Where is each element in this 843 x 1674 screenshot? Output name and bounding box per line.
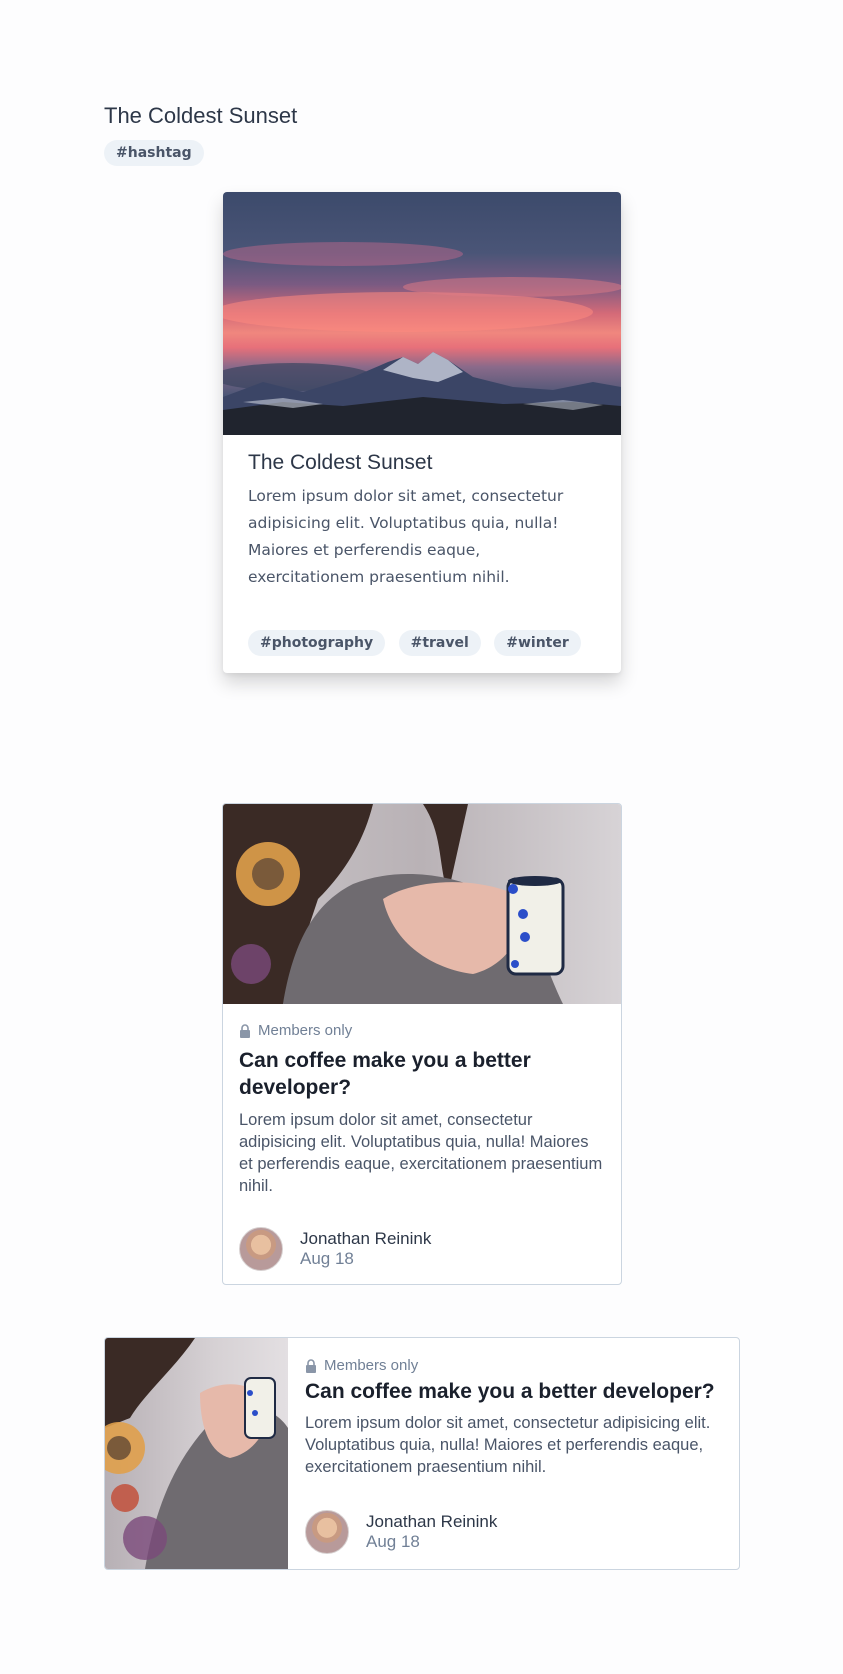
- sunset-card[interactable]: The Coldest Sunset Lorem ipsum dolor sit…: [223, 192, 621, 673]
- sunset-image: [223, 192, 621, 435]
- author-name: Jonathan Reinink: [300, 1229, 432, 1248]
- hashtag-pill[interactable]: #hashtag: [104, 140, 204, 166]
- coffee-image: [223, 804, 621, 1004]
- lock-icon: [306, 1358, 316, 1373]
- lock-icon: [240, 1023, 250, 1038]
- card-text: Lorem ipsum dolor sit amet, consectetur …: [239, 1111, 603, 1195]
- members-only-label: Members only: [258, 1022, 353, 1039]
- avatar: [305, 1510, 349, 1554]
- author[interactable]: Jonathan Reinink Aug 18: [305, 1510, 497, 1554]
- card-title[interactable]: Can coffee make you a better developer?: [305, 1380, 727, 1404]
- card-text: Lorem ipsum dolor sit amet, consectetur …: [248, 487, 564, 586]
- card-text: Lorem ipsum dolor sit amet, consectetur …: [305, 1414, 711, 1476]
- tag-list: #photography #travel #winter: [248, 630, 590, 656]
- tag-winter[interactable]: #winter: [494, 630, 581, 656]
- page-title: The Coldest Sunset: [104, 103, 298, 128]
- card-title[interactable]: Can coffee make you a better developer?: [239, 1047, 605, 1101]
- members-only-badge: Members only: [239, 1022, 605, 1039]
- tag-photography[interactable]: #photography: [248, 630, 386, 656]
- tag-travel[interactable]: #travel: [398, 630, 481, 656]
- members-only-badge: Members only: [305, 1357, 727, 1374]
- card-title: The Coldest Sunset: [248, 451, 433, 474]
- avatar: [239, 1227, 283, 1271]
- coffee-image: [105, 1338, 288, 1569]
- author[interactable]: Jonathan Reinink Aug 18: [239, 1227, 431, 1271]
- author-name: Jonathan Reinink: [366, 1512, 498, 1531]
- coffee-card-vertical[interactable]: Members only Can coffee make you a bette…: [222, 803, 622, 1285]
- post-date: Aug 18: [366, 1532, 420, 1551]
- post-date: Aug 18: [300, 1249, 354, 1268]
- members-only-label: Members only: [324, 1357, 419, 1374]
- coffee-card-horizontal[interactable]: Members only Can coffee make you a bette…: [104, 1337, 740, 1570]
